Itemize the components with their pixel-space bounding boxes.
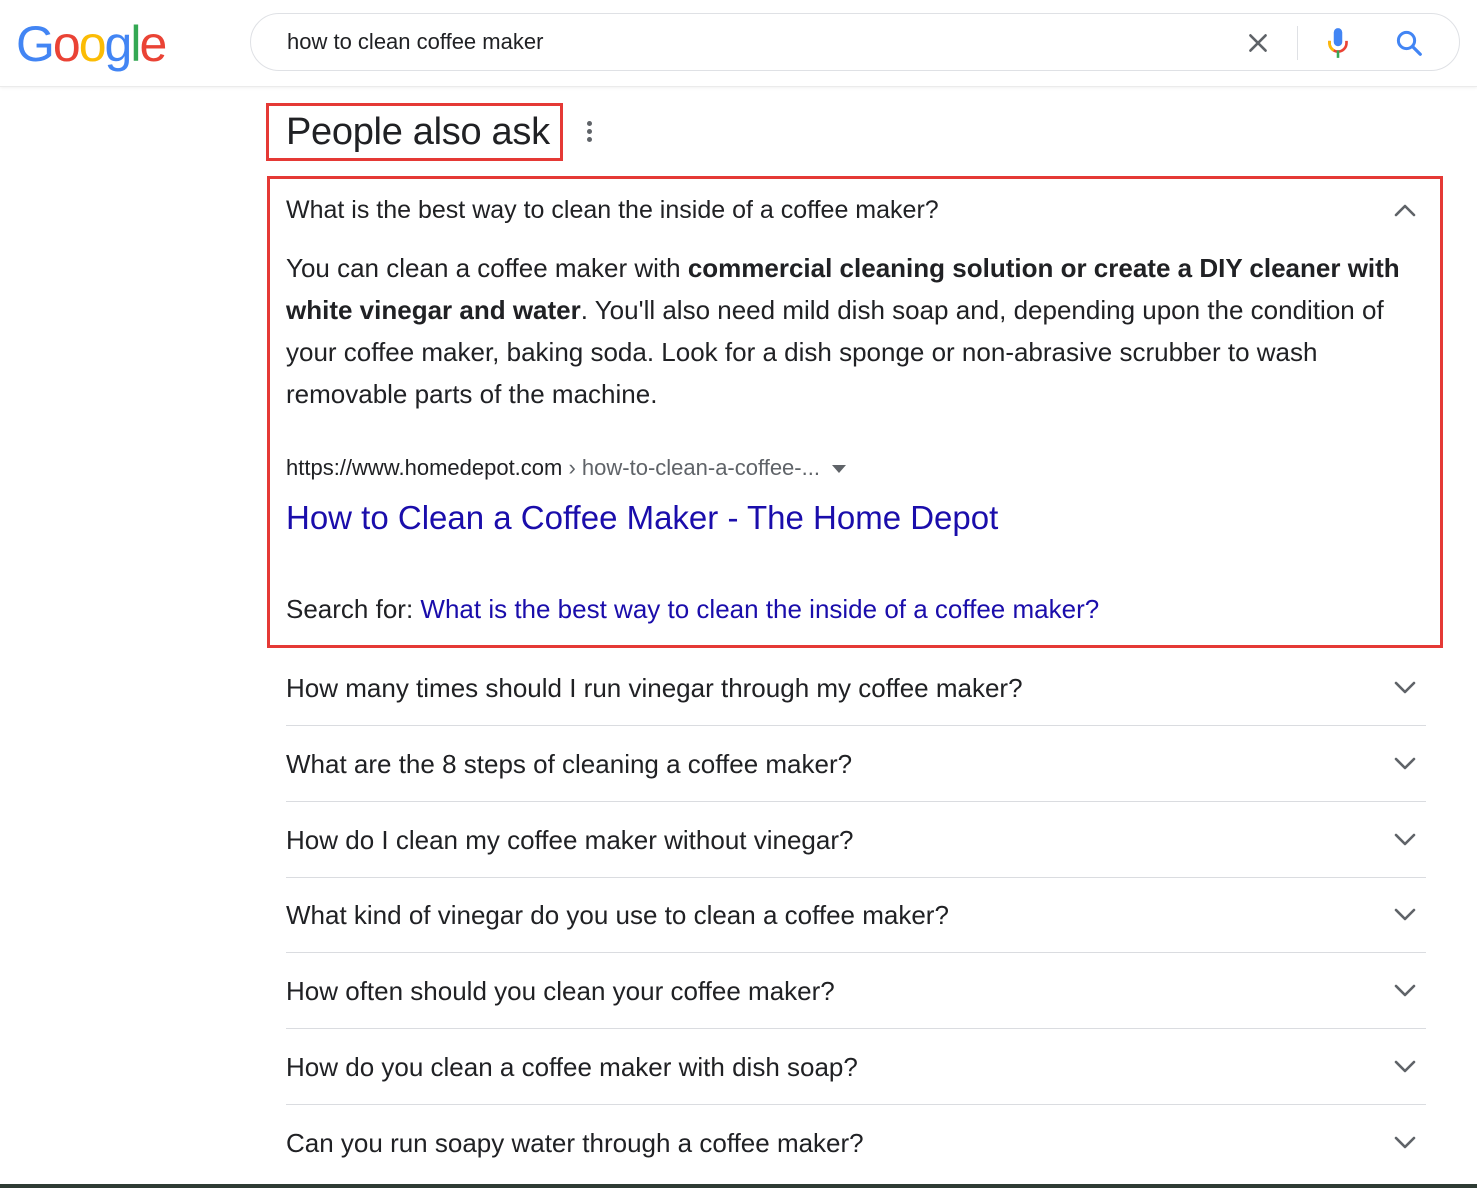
more-options-button[interactable] [578, 115, 600, 147]
microphone-icon [1328, 28, 1348, 58]
search-for-label: Search for: [286, 594, 421, 624]
question-row[interactable]: What are the 8 steps of cleaning a coffe… [286, 726, 1426, 802]
page-title: People also ask [286, 111, 550, 153]
chevron-down-icon [1394, 1060, 1416, 1073]
more-vert-icon-dot [586, 136, 592, 142]
question-text: What kind of vinegar do you use to clean… [286, 900, 949, 930]
chevron-down-icon [1394, 1136, 1416, 1149]
question-text: How do I clean my coffee maker without v… [286, 825, 854, 855]
clear-search-button[interactable] [1241, 26, 1275, 60]
result-title-link[interactable]: How to Clean a Coffee Maker - The Home D… [286, 496, 998, 540]
caret-down-icon[interactable] [831, 465, 846, 474]
expand-button[interactable] [1388, 750, 1422, 778]
source-path: › how-to-clean-a-coffee-... [562, 455, 820, 480]
logo-letter: G [16, 16, 55, 72]
question-row[interactable]: How do you clean a coffee maker with dis… [286, 1029, 1426, 1105]
question-row[interactable]: What kind of vinegar do you use to clean… [286, 877, 1426, 953]
logo-letter: e [139, 16, 167, 72]
bottom-edge-bar [0, 1184, 1477, 1188]
chevron-down-icon [1394, 833, 1416, 846]
search-icon [1396, 30, 1422, 56]
expand-button[interactable] [1388, 901, 1422, 929]
logo-letter: l [130, 16, 141, 72]
expand-button[interactable] [1388, 674, 1422, 702]
source-domain: https://www.homedepot.com [286, 455, 563, 480]
top-bar: Google how to clean coffee maker [0, 0, 1477, 87]
question-text: How many times should I run vinegar thro… [286, 673, 1023, 703]
search-button[interactable] [1391, 25, 1427, 61]
question-row[interactable]: Can you run soapy water through a coffee… [286, 1105, 1426, 1181]
answer-snippet: You can clean a coffee maker with commer… [286, 247, 1432, 415]
search-for-line: Search for: What is the best way to clea… [286, 591, 1099, 627]
search-divider [1297, 26, 1298, 60]
more-vert-icon [586, 120, 592, 126]
question-row[interactable]: How many times should I run vinegar thro… [286, 650, 1426, 726]
question-text: How often should you clean your coffee m… [286, 976, 835, 1006]
close-icon [1249, 34, 1267, 52]
expand-button[interactable] [1388, 1053, 1422, 1081]
search-for-link[interactable]: What is the best way to clean the inside… [420, 594, 1099, 624]
chevron-down-icon [1394, 681, 1416, 694]
expand-button[interactable] [1388, 977, 1422, 1005]
expand-button[interactable] [1388, 826, 1422, 854]
logo-letter: g [104, 16, 133, 72]
source-citation: https://www.homedepot.com › how-to-clean… [286, 452, 846, 484]
question-row[interactable]: How often should you clean your coffee m… [286, 953, 1426, 1029]
chevron-up-icon [1394, 204, 1416, 217]
chevron-down-icon [1394, 757, 1416, 770]
question-text: How do you clean a coffee maker with dis… [286, 1052, 858, 1082]
expanded-question[interactable]: What is the best way to clean the inside… [286, 192, 939, 228]
question-text: What are the 8 steps of cleaning a coffe… [286, 749, 853, 779]
logo-letter: o [52, 16, 81, 72]
search-input[interactable]: how to clean coffee maker [287, 14, 543, 70]
question-text: Can you run soapy water through a coffee… [286, 1128, 864, 1158]
expand-button[interactable] [1388, 1129, 1422, 1157]
voice-search-button[interactable] [1321, 25, 1355, 61]
chevron-down-icon [1394, 984, 1416, 997]
google-logo[interactable]: Google [16, 14, 167, 74]
search-box[interactable]: how to clean coffee maker [250, 13, 1460, 71]
chevron-down-icon [1394, 908, 1416, 921]
collapse-button[interactable] [1388, 196, 1422, 224]
answer-text-start: You can clean a coffee maker with [286, 253, 688, 283]
logo-letter: o [78, 16, 107, 72]
question-row[interactable]: How do I clean my coffee maker without v… [286, 802, 1426, 878]
more-vert-icon-dot [586, 128, 592, 134]
